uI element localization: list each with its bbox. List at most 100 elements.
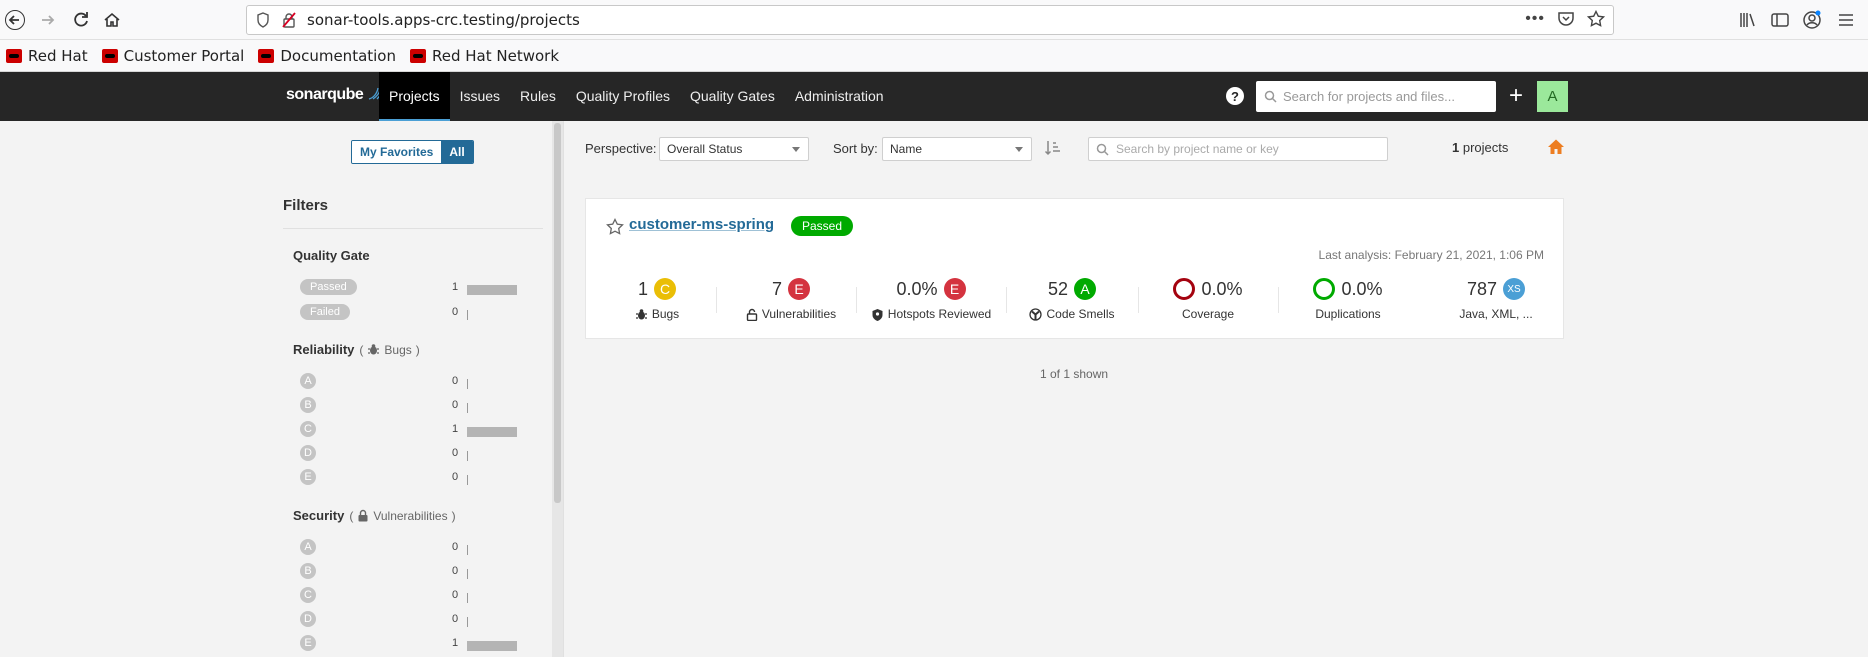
library-icon[interactable] xyxy=(1736,8,1760,32)
menu-rules[interactable]: Rules xyxy=(510,72,566,121)
home-button[interactable] xyxy=(98,6,126,34)
projects-count: 1 projects xyxy=(1452,140,1509,155)
rating-label: E xyxy=(300,469,316,485)
measure-bugs[interactable]: 1C Bugs xyxy=(616,277,698,321)
favorites-toggle: My Favorites All xyxy=(351,140,474,164)
facet-count: 0 xyxy=(452,306,459,318)
measure-separator xyxy=(1138,287,1139,313)
create-plus-icon[interactable]: + xyxy=(1506,84,1526,108)
security-hotspot-icon xyxy=(872,308,883,321)
measure-code-smells[interactable]: 52 A Code Smells xyxy=(1016,277,1128,321)
home-page-icon[interactable] xyxy=(1547,138,1565,156)
rating-badge: E xyxy=(788,278,810,300)
forward-arrow-icon xyxy=(42,15,55,25)
facet-quality-gate-title[interactable]: Quality Gate xyxy=(293,248,370,263)
measure-duplications[interactable]: 0.0% Duplications xyxy=(1288,277,1408,321)
url-bar[interactable]: sonar-tools.apps-crc.testing/projects ••… xyxy=(246,5,1614,35)
facet-count: 1 xyxy=(452,423,459,435)
facet-bar xyxy=(467,475,468,485)
rating-label: B xyxy=(300,563,316,579)
bookmark-documentation[interactable]: Documentation xyxy=(258,47,396,65)
rating-label: D xyxy=(300,445,316,461)
size-badge: XS xyxy=(1503,278,1526,300)
facet-row-rating[interactable]: C0 xyxy=(300,586,530,604)
account-icon[interactable] xyxy=(1800,8,1824,32)
shield-icon xyxy=(253,10,273,30)
favorite-star-icon[interactable] xyxy=(606,218,624,236)
facet-row-rating[interactable]: E1 xyxy=(300,634,530,652)
facet-security-title[interactable]: Security ( Vulnerabilities ) xyxy=(293,508,456,523)
facet-label: Passed xyxy=(300,279,357,295)
lock-icon xyxy=(358,509,368,522)
code-smell-icon xyxy=(1029,307,1043,321)
bookmarks-bar: Red Hat Customer Portal Documentation Re… xyxy=(0,40,1868,72)
user-avatar[interactable]: A xyxy=(1537,81,1568,112)
scrollbar-thumb[interactable] xyxy=(554,123,561,503)
last-analysis-date: Last analysis: February 21, 2021, 1:06 P… xyxy=(1318,248,1544,262)
duplications-ring-icon xyxy=(1313,278,1336,300)
menu-icon[interactable] xyxy=(1834,8,1858,32)
measure-separator xyxy=(856,287,857,313)
forward-button[interactable] xyxy=(34,6,62,34)
my-favorites-button[interactable]: My Favorites xyxy=(352,141,442,163)
facet-row-rating[interactable]: D0 xyxy=(300,610,530,628)
facet-row-rating[interactable]: A0 xyxy=(300,538,530,556)
measure-size[interactable]: 787 XS Java, XML, ... xyxy=(1446,277,1546,321)
facet-bar xyxy=(467,285,517,295)
rating-label: E xyxy=(300,635,316,651)
pocket-icon[interactable] xyxy=(1557,10,1575,28)
menu-administration[interactable]: Administration xyxy=(785,72,894,121)
project-name-link[interactable]: customer-ms-spring xyxy=(629,216,774,233)
facet-row-rating[interactable]: B0 xyxy=(300,396,530,414)
bookmark-star-icon[interactable] xyxy=(1587,10,1605,28)
facet-row-rating[interactable]: E0 xyxy=(300,468,530,486)
sonarqube-logo[interactable]: sonarqube xyxy=(286,86,383,104)
facet-bar xyxy=(467,310,468,320)
measure-vulnerabilities[interactable]: 7E Vulnerabilities xyxy=(736,277,846,321)
all-projects-button[interactable]: All xyxy=(441,141,473,163)
measure-hotspots[interactable]: 0.0% E Hotspots Reviewed xyxy=(866,277,996,321)
sidebar-scrollbar[interactable] xyxy=(552,121,563,657)
menu-issues[interactable]: Issues xyxy=(450,72,510,121)
insecure-lock-icon xyxy=(279,10,299,30)
measure-coverage[interactable]: 0.0% Coverage xyxy=(1148,277,1268,321)
facet-row-rating[interactable]: A0 xyxy=(300,372,530,390)
lock-icon xyxy=(746,308,758,321)
sort-by-select[interactable]: Name xyxy=(882,137,1032,161)
project-search-input[interactable]: Search by project name or key xyxy=(1088,137,1388,161)
reload-button[interactable] xyxy=(67,6,95,34)
redhat-favicon-icon xyxy=(410,48,426,63)
facet-count: 0 xyxy=(452,375,459,387)
main-menu: Projects Issues Rules Quality Profiles Q… xyxy=(379,72,894,121)
home-icon xyxy=(104,12,120,27)
facet-row-rating[interactable]: D0 xyxy=(300,444,530,462)
facet-count: 1 xyxy=(452,637,459,649)
facet-count: 0 xyxy=(452,589,459,601)
menu-quality-gates[interactable]: Quality Gates xyxy=(680,72,785,121)
facet-bar xyxy=(467,427,517,437)
rating-badge: C xyxy=(654,278,676,300)
perspective-select[interactable]: Overall Status xyxy=(659,137,809,161)
bookmark-red-hat[interactable]: Red Hat xyxy=(6,47,88,65)
facet-row-rating[interactable]: B0 xyxy=(300,562,530,580)
sort-ascending-icon[interactable] xyxy=(1044,139,1062,157)
rating-label: D xyxy=(300,611,316,627)
global-search-input[interactable]: Search for projects and files... xyxy=(1256,81,1496,112)
facet-reliability-title[interactable]: Reliability ( Bugs ) xyxy=(293,342,420,357)
bookmark-customer-portal[interactable]: Customer Portal xyxy=(101,47,244,65)
menu-projects[interactable]: Projects xyxy=(379,72,450,121)
measure-separator xyxy=(1006,287,1007,313)
measure-separator xyxy=(1278,287,1279,313)
back-button[interactable] xyxy=(1,6,29,34)
help-icon[interactable]: ? xyxy=(1226,87,1244,105)
facet-row-passed[interactable]: Passed 1 xyxy=(300,278,530,296)
page-actions-icon[interactable]: ••• xyxy=(1525,10,1545,28)
facet-row-rating[interactable]: C1 xyxy=(300,420,530,438)
bookmark-red-hat-network[interactable]: Red Hat Network xyxy=(410,47,559,65)
sidebar-toggle-icon[interactable] xyxy=(1768,8,1792,32)
facet-bar xyxy=(467,403,468,413)
menu-quality-profiles[interactable]: Quality Profiles xyxy=(566,72,680,121)
facet-row-failed[interactable]: Failed 0 xyxy=(300,303,530,321)
quality-gate-status-badge: Passed xyxy=(791,216,854,236)
facet-count: 0 xyxy=(452,447,459,459)
